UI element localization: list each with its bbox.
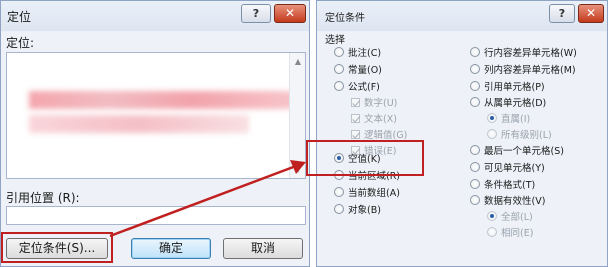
checkbox-logicals[interactable]: 逻辑值(G) [351,129,407,143]
radio-icon [334,64,344,74]
option-row-differences[interactable]: 行内容差异单元格(W) [470,47,577,61]
goto-dialog-titlebar: 定位 ? ✕ [1,1,309,31]
option-current-array[interactable]: 当前数组(A) [334,187,400,201]
option-column-differences[interactable]: 列内容差异单元格(M) [470,64,576,78]
blurred-list-entry [29,115,249,133]
option-validation-same[interactable]: 相同(E) [487,227,533,241]
option-data-validation[interactable]: 数据有效性(V) [470,195,545,209]
radio-selected-icon [487,113,497,123]
select-group-label: 选择 [325,35,345,46]
option-dependents[interactable]: 从属单元格(D) [470,97,546,111]
radio-icon [334,170,344,180]
help-icon[interactable]: ? [549,4,575,23]
goto-special-dialog: 定位条件 ? ✕ 选择 批注(C) 常量(O) 公式(F) 数字(U) 文本(X… [316,0,608,267]
radio-icon [470,162,480,172]
option-conditional-formats[interactable]: 条件格式(T) [470,179,535,193]
checkbox-icon [351,130,360,139]
radio-icon [470,145,480,155]
close-icon[interactable]: ✕ [578,4,604,23]
goto-dialog-title: 定位 [7,10,32,24]
option-precedents[interactable]: 引用单元格(P) [470,81,545,95]
checkbox-text[interactable]: 文本(X) [351,113,397,127]
radio-selected-icon [334,153,344,163]
option-comments[interactable]: 批注(C) [334,47,381,61]
scroll-down-icon[interactable]: ▼ [290,165,306,174]
radio-icon [470,47,480,57]
goto-list-label: 定位: [6,36,35,50]
ok-button[interactable]: 确定 [131,238,211,259]
close-icon[interactable]: ✕ [274,4,306,23]
radio-icon [470,195,480,205]
option-constants[interactable]: 常量(O) [334,64,382,78]
option-formulas[interactable]: 公式(F) [334,81,380,95]
radio-icon [334,187,344,197]
option-blanks[interactable]: 空值(K) [334,153,381,167]
checkbox-numbers[interactable]: 数字(U) [351,97,397,111]
option-current-region[interactable]: 当前区域(R) [334,170,400,184]
help-icon[interactable]: ? [241,4,271,23]
radio-icon [334,81,344,91]
radio-icon [334,204,344,214]
checkbox-icon [351,114,360,123]
option-all-levels[interactable]: 所有级别(L) [487,129,552,143]
scroll-up-icon[interactable]: ▲ [290,57,306,66]
radio-selected-icon [487,211,497,221]
option-direct-only[interactable]: 直属(I) [487,113,530,127]
radio-icon [470,97,480,107]
cancel-button[interactable]: 取消 [223,238,303,259]
radio-icon [470,81,480,91]
checkbox-icon [351,98,360,107]
option-validation-all[interactable]: 全部(L) [487,211,533,225]
reference-label: 引用位置 (R): [6,191,80,205]
radio-icon [470,64,480,74]
radio-icon [487,227,497,237]
radio-icon [487,129,497,139]
option-visible-cells[interactable]: 可见单元格(Y) [470,162,545,176]
goto-special-title: 定位条件 [325,13,365,24]
radio-icon [334,47,344,57]
special-button[interactable]: 定位条件(S)... [6,238,108,259]
blurred-list-entry [29,91,299,109]
radio-icon [470,179,480,189]
goto-dialog: 定位 ? ✕ 定位: ▲ ▼ 引用位置 (R): 定位条件(S)... 确定 取… [0,0,310,267]
goto-list[interactable]: ▲ ▼ [6,52,306,179]
goto-special-titlebar: 定位条件 ? ✕ [317,1,607,31]
reference-input[interactable] [6,206,306,225]
option-last-cell[interactable]: 最后一个单元格(S) [470,145,564,159]
list-scrollbar[interactable]: ▲ ▼ [289,53,305,178]
option-objects[interactable]: 对象(B) [334,204,381,218]
